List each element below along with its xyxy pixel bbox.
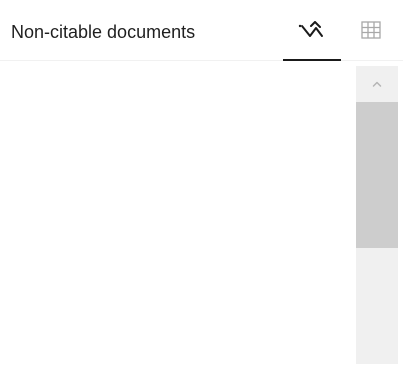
- panel-title: Non-citable documents: [11, 22, 196, 42]
- chevron-up-icon: [372, 81, 382, 87]
- non-citable-documents-panel: Non-citable documents: [0, 0, 403, 371]
- panel-header: Non-citable documents: [0, 0, 403, 61]
- scroll-up-button[interactable]: [356, 66, 398, 102]
- tab-chart-view[interactable]: [283, 12, 341, 61]
- scroll-thumb[interactable]: [356, 102, 398, 248]
- vertical-scrollbar[interactable]: [356, 66, 398, 364]
- table-grid-icon: [361, 21, 381, 39]
- trend-line-icon: [298, 21, 323, 37]
- chart-content-area: [0, 61, 403, 371]
- tab-table-view[interactable]: [349, 12, 393, 61]
